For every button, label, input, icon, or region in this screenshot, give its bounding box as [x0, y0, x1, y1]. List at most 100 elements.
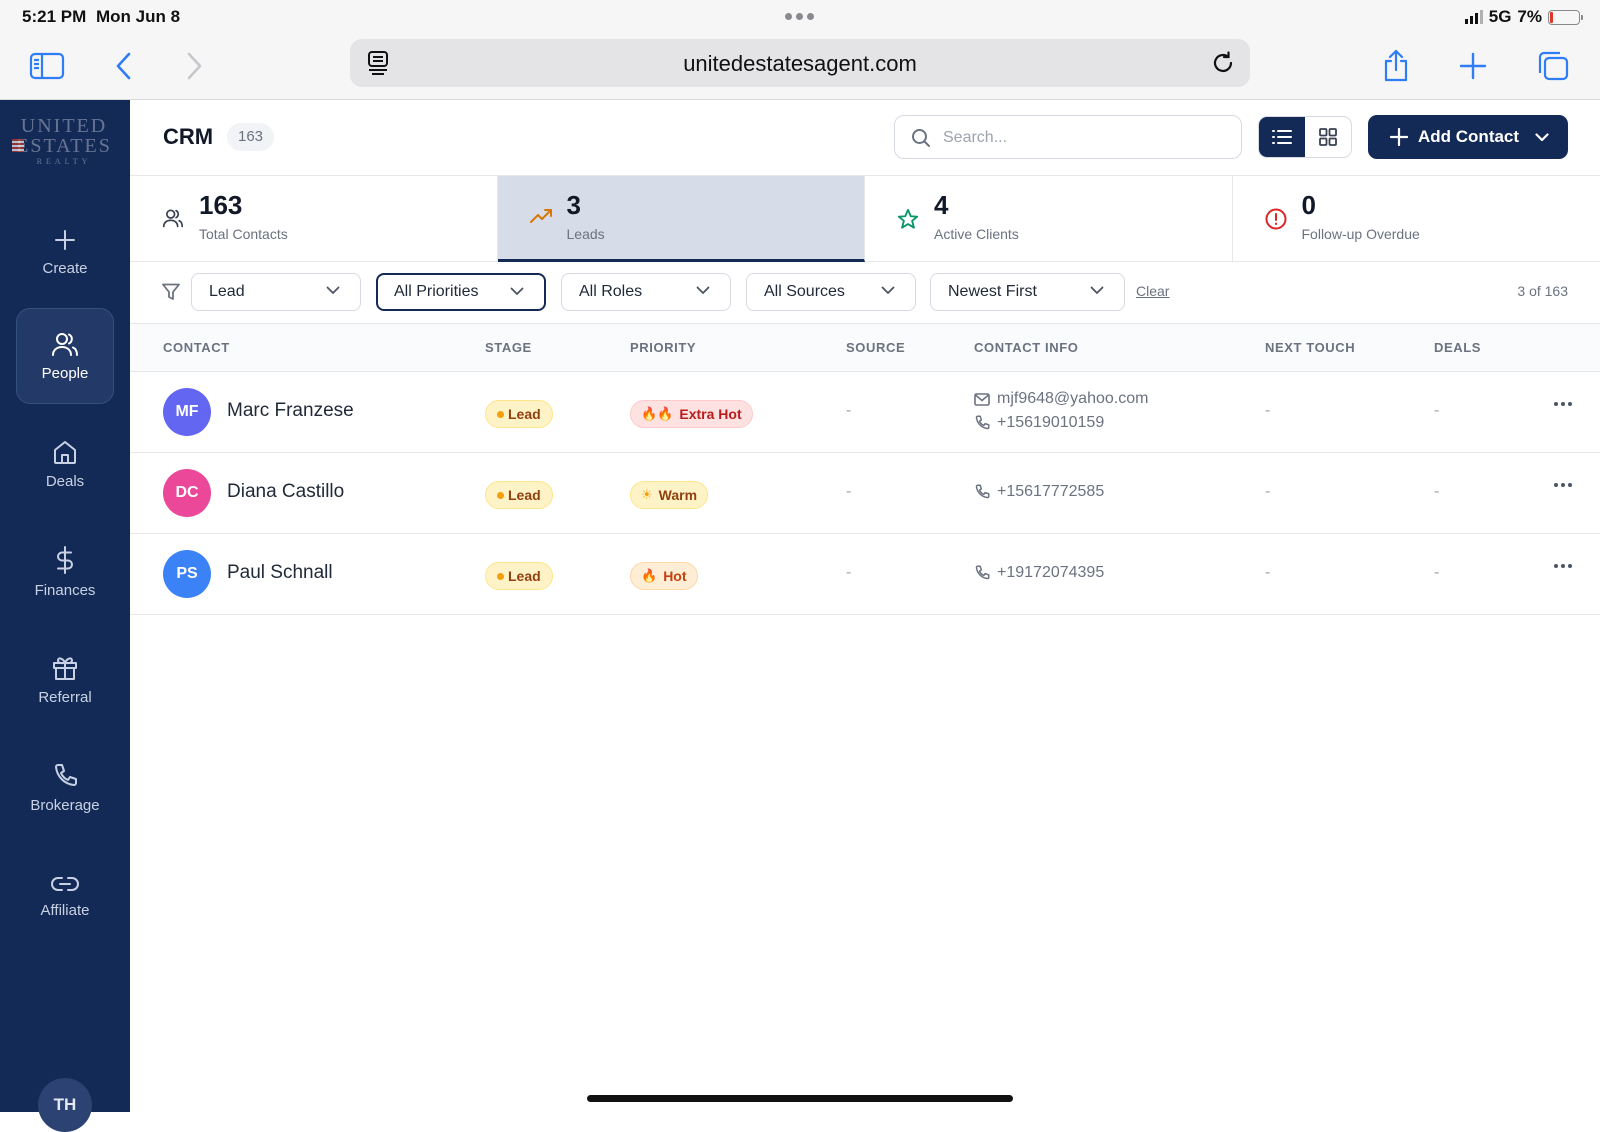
stat-active-clients[interactable]: 4 Active Clients [865, 176, 1233, 262]
battery-icon [1548, 10, 1580, 25]
phone-text: +15617772585 [997, 483, 1104, 501]
list-icon [1272, 129, 1292, 145]
table-row[interactable]: PS Paul Schnall Lead 🔥 Hot - +1917207439… [130, 534, 1600, 615]
chevron-down-icon [881, 286, 895, 295]
chevron-down-icon [510, 287, 524, 296]
deals-value: - [1434, 564, 1439, 582]
network-type: 5G [1489, 7, 1512, 27]
more-options-icon[interactable] [1554, 402, 1572, 406]
contact-name[interactable]: Marc Franzese [227, 400, 354, 422]
stat-total-contacts[interactable]: 163 Total Contacts [130, 176, 498, 262]
grid-view-button[interactable] [1305, 117, 1351, 157]
reload-icon[interactable] [1210, 50, 1236, 76]
search-box[interactable] [894, 115, 1242, 159]
filter-icon [162, 283, 180, 301]
browser-toolbar: unitedestatesagent.com [0, 34, 1600, 100]
user-avatar[interactable]: TH [38, 1078, 92, 1132]
sidebar-item-finances[interactable]: Finances [16, 524, 114, 620]
contact-phone[interactable]: +19172074395 [974, 564, 1104, 582]
new-tab-icon[interactable] [1451, 44, 1495, 88]
contact-email[interactable]: mjf9648@yahoo.com [974, 390, 1148, 408]
plus-icon [1390, 128, 1408, 146]
mail-icon [974, 393, 990, 406]
avatar: MF [163, 388, 211, 436]
column-deals[interactable]: DEALS [1434, 340, 1481, 355]
more-options-icon[interactable] [1554, 564, 1572, 568]
column-priority[interactable]: PRIORITY [630, 340, 696, 355]
list-view-button[interactable] [1259, 117, 1305, 157]
people-icon [51, 331, 79, 357]
role-filter-select[interactable]: All Roles [561, 273, 731, 311]
results-range: 3 of 163 [1517, 283, 1568, 299]
deals-value: - [1434, 483, 1439, 501]
status-date: Mon Jun 8 [96, 7, 180, 27]
table-header: CONTACT STAGE PRIORITY SOURCE CONTACT IN… [130, 324, 1600, 372]
stat-label: Active Clients [934, 226, 1019, 242]
dollar-icon [54, 546, 76, 574]
column-stage[interactable]: STAGE [485, 340, 532, 355]
stage-badge: Lead [485, 400, 553, 428]
sidebar-item-referral[interactable]: Referral [16, 632, 114, 728]
contact-name[interactable]: Diana Castillo [227, 481, 344, 503]
chevron-down-icon [326, 286, 340, 295]
phone-text: +19172074395 [997, 564, 1104, 582]
stage-filter-select[interactable]: Lead [191, 273, 361, 311]
source-filter-select[interactable]: All Sources [746, 273, 916, 311]
signal-icon [1465, 10, 1483, 24]
stats-bar: 163 Total Contacts 3 Leads 4 Active Clie… [130, 176, 1600, 262]
contact-phone[interactable]: +15619010159 [974, 414, 1104, 432]
column-contact[interactable]: CONTACT [163, 340, 230, 355]
add-contact-button[interactable]: Add Contact [1368, 115, 1568, 159]
stat-value: 163 [199, 190, 242, 221]
stage-badge: Lead [485, 562, 553, 590]
sort-select[interactable]: Newest First [930, 273, 1125, 311]
share-icon[interactable] [1374, 44, 1418, 88]
multitasking-dots-icon[interactable] [785, 13, 814, 20]
priority-label: Warm [659, 482, 697, 508]
grid-icon [1319, 128, 1337, 146]
page-title: CRM [163, 124, 213, 150]
sidebar-item-people[interactable]: People [16, 308, 114, 404]
clear-filters-link[interactable]: Clear [1136, 283, 1169, 299]
search-icon [911, 128, 931, 148]
sidebar-item-deals[interactable]: Deals [16, 416, 114, 512]
brand-logo[interactable]: UNITED ESTATES REALTY [8, 116, 120, 172]
forward-icon[interactable] [172, 44, 216, 88]
sidebar-item-affiliate[interactable]: Affiliate [16, 848, 114, 944]
sidebar-item-label: Affiliate [41, 902, 90, 919]
status-indicators: 5G 7% [1465, 7, 1580, 27]
column-contact-info[interactable]: CONTACT INFO [974, 340, 1078, 355]
chevron-down-icon [696, 286, 710, 295]
tabs-overview-icon[interactable] [1531, 44, 1575, 88]
phone-text: +15619010159 [997, 414, 1104, 432]
stat-label: Follow-up Overdue [1302, 226, 1420, 242]
column-source[interactable]: SOURCE [846, 340, 905, 355]
alert-circle-icon [1265, 208, 1287, 230]
people-icon [162, 208, 184, 228]
priority-filter-select[interactable]: All Priorities [376, 273, 546, 311]
stat-value: 4 [934, 190, 948, 221]
stat-follow-up-overdue[interactable]: 0 Follow-up Overdue [1233, 176, 1600, 262]
sidebar-toggle-icon[interactable] [25, 44, 69, 88]
status-time: 5:21 PM [22, 7, 86, 27]
column-next-touch[interactable]: NEXT TOUCH [1265, 340, 1355, 355]
stage-filter-value: Lead [209, 283, 245, 300]
phone-icon [974, 565, 990, 581]
address-bar[interactable]: unitedestatesagent.com [350, 39, 1250, 87]
app-sidebar: UNITED ESTATES REALTY Create People Deal… [0, 100, 130, 1112]
avatar: PS [163, 550, 211, 598]
priority-label: Extra Hot [679, 401, 741, 427]
contact-phone[interactable]: +15617772585 [974, 483, 1104, 501]
back-icon[interactable] [102, 44, 146, 88]
table-row[interactable]: DC Diana Castillo Lead ☀ Warm - +1561777… [130, 453, 1600, 534]
table-row[interactable]: MF Marc Franzese Lead 🔥🔥 Extra Hot - mjf… [130, 372, 1600, 453]
contact-name[interactable]: Paul Schnall [227, 562, 333, 584]
status-bar: 5:21 PM Mon Jun 8 5G 7% [0, 0, 1600, 34]
more-options-icon[interactable] [1554, 483, 1572, 487]
stat-leads[interactable]: 3 Leads [498, 176, 866, 262]
sidebar-item-create[interactable]: Create [16, 204, 114, 300]
home-indicator[interactable] [587, 1095, 1013, 1102]
search-input[interactable] [943, 126, 1223, 150]
sidebar-item-label: Create [42, 260, 87, 277]
sidebar-item-brokerage[interactable]: Brokerage [16, 740, 114, 836]
